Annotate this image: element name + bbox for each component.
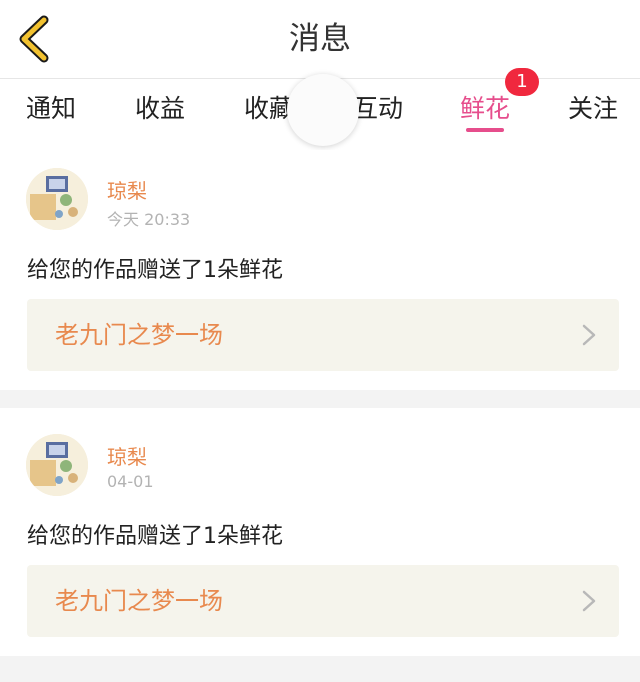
avatar-image bbox=[26, 434, 88, 496]
work-link[interactable]: 老九门之梦一场 bbox=[27, 299, 619, 371]
work-link[interactable]: 老九门之梦一场 bbox=[27, 565, 619, 637]
message-time: 04-01 bbox=[107, 472, 154, 491]
active-tab-indicator bbox=[466, 128, 504, 132]
page-title: 消息 bbox=[289, 21, 351, 57]
section-divider bbox=[0, 656, 640, 682]
message-text: 给您的作品赠送了1朵鲜花 bbox=[27, 524, 283, 549]
avatar[interactable] bbox=[26, 168, 88, 230]
work-title: 老九门之梦一场 bbox=[55, 321, 223, 349]
tab-follow[interactable]: 关注 bbox=[568, 89, 618, 129]
sender-name[interactable]: 琼梨 bbox=[107, 175, 147, 204]
message-item: 琼梨 今天 20:33 给您的作品赠送了1朵鲜花 老九门之梦一场 bbox=[0, 150, 640, 390]
section-divider bbox=[0, 390, 640, 408]
tab-notification[interactable]: 通知 bbox=[26, 89, 76, 129]
message-time: 今天 20:33 bbox=[107, 210, 191, 229]
touch-indicator bbox=[287, 74, 359, 146]
message-text: 给您的作品赠送了1朵鲜花 bbox=[27, 258, 283, 283]
avatar[interactable] bbox=[26, 434, 88, 496]
work-title: 老九门之梦一场 bbox=[55, 587, 223, 615]
chevron-right-icon bbox=[582, 590, 596, 612]
message-item: 琼梨 04-01 给您的作品赠送了1朵鲜花 老九门之梦一场 bbox=[0, 416, 640, 656]
unread-badge: 1 bbox=[505, 68, 539, 96]
chevron-right-icon bbox=[582, 324, 596, 346]
tab-flowers[interactable]: 鲜花 bbox=[460, 89, 510, 129]
tab-earnings[interactable]: 收益 bbox=[135, 89, 185, 129]
sender-name[interactable]: 琼梨 bbox=[107, 441, 147, 470]
avatar-image bbox=[26, 168, 88, 230]
tab-interaction[interactable]: 互动 bbox=[353, 89, 403, 129]
app-header: 消息 bbox=[0, 0, 640, 79]
